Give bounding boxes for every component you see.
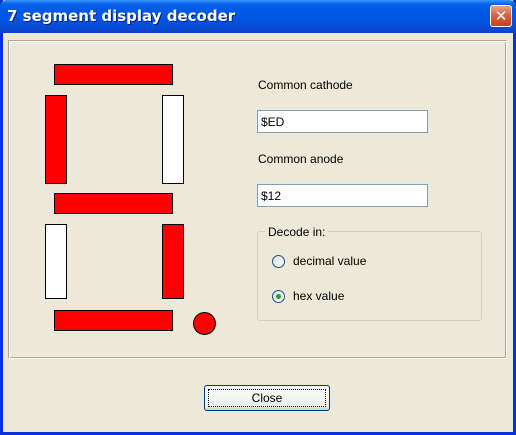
decode-group-label: Decode in: bbox=[265, 225, 329, 239]
hex-radio[interactable] bbox=[272, 290, 285, 303]
title-bar[interactable]: 7 segment display decoder ✕ bbox=[0, 0, 516, 33]
decode-group bbox=[257, 231, 482, 321]
hex-radio-label[interactable]: hex value bbox=[293, 289, 344, 303]
decimal-radio[interactable] bbox=[272, 255, 285, 268]
close-button[interactable]: Close bbox=[204, 385, 330, 411]
segment-e bbox=[45, 224, 67, 299]
segment-c bbox=[162, 224, 184, 299]
common-cathode-label: Common cathode bbox=[258, 78, 353, 92]
common-anode-field[interactable] bbox=[257, 184, 428, 207]
segment-a bbox=[54, 64, 173, 85]
segment-d bbox=[54, 310, 173, 331]
segment-b bbox=[162, 95, 184, 184]
decimal-radio-label[interactable]: decimal value bbox=[293, 254, 366, 268]
common-cathode-field[interactable] bbox=[257, 110, 428, 133]
common-anode-label: Common anode bbox=[258, 152, 344, 166]
window-title: 7 segment display decoder bbox=[7, 7, 236, 25]
segment-g bbox=[54, 193, 173, 214]
close-icon[interactable]: ✕ bbox=[490, 5, 512, 27]
close-button-label: Close bbox=[251, 391, 283, 405]
segment-f bbox=[45, 95, 67, 184]
decimal-point bbox=[193, 312, 216, 335]
